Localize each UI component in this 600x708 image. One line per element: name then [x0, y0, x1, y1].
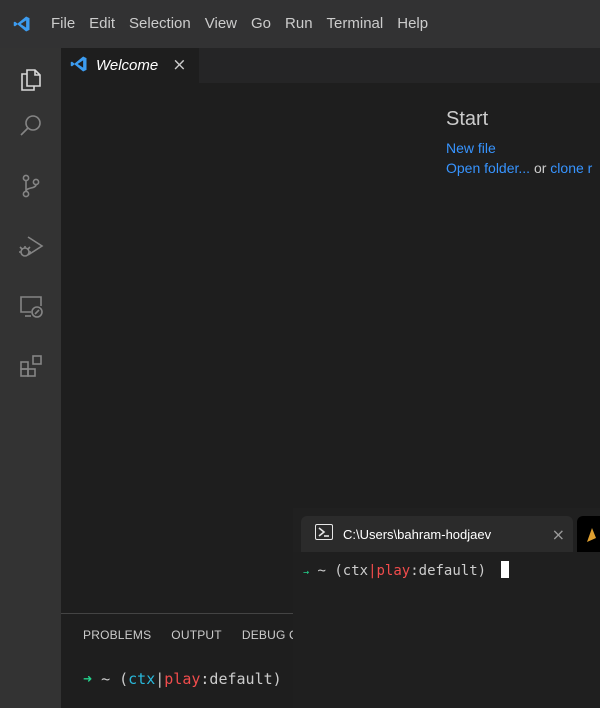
- prompt-text-a: (ctx: [334, 563, 369, 579]
- prompt-separator: |: [155, 670, 165, 688]
- prompt-open-paren: (: [119, 670, 129, 688]
- close-icon[interactable]: ×: [172, 57, 186, 74]
- prompt-tilde: ~: [317, 563, 326, 579]
- panel-tab-bar: PROBLEMS OUTPUT DEBUG CO: [83, 628, 307, 642]
- panel-tab-output[interactable]: OUTPUT: [171, 628, 222, 642]
- tab-welcome[interactable]: Welcome ×: [61, 48, 199, 83]
- terminal-prompt: → ~ (ctx|play:default): [303, 561, 509, 579]
- menu-go[interactable]: Go: [244, 0, 278, 48]
- run-debug-icon[interactable]: [0, 216, 61, 276]
- start-line-new-file: New file: [446, 140, 496, 156]
- start-heading: Start: [446, 108, 489, 130]
- open-folder-link[interactable]: Open folder...: [446, 160, 530, 176]
- ubuntu-icon: [587, 528, 596, 542]
- prompt-context: ctx: [128, 670, 156, 688]
- search-icon[interactable]: [0, 96, 61, 156]
- terminal-tab-bar: C:\Users\bahram-hodjaev ×: [293, 508, 600, 552]
- menu-selection[interactable]: Selection: [122, 0, 198, 48]
- or-text: or: [533, 160, 547, 176]
- remote-explorer-icon[interactable]: [0, 276, 61, 336]
- menu-help[interactable]: Help: [390, 0, 435, 48]
- prompt-tilde: ~: [101, 670, 111, 688]
- prompt-namespace: :default: [200, 670, 273, 688]
- windows-terminal-window: C:\Users\bahram-hodjaev × → ~ (ctx|play:…: [293, 508, 600, 708]
- clone-repository-link[interactable]: clone r: [550, 160, 592, 176]
- prompt-arrow: ➜: [83, 670, 93, 688]
- vscode-logo-icon: [70, 55, 88, 77]
- terminal-body[interactable]: → ~ (ctx|play:default): [293, 552, 600, 708]
- menu-bar: File Edit Selection View Go Run Terminal…: [44, 0, 435, 48]
- new-file-link[interactable]: New file: [446, 140, 496, 156]
- prompt-close-paren: ): [272, 670, 282, 688]
- menu-edit[interactable]: Edit: [82, 0, 122, 48]
- editor-tab-bar: Welcome ×: [61, 48, 600, 83]
- panel-terminal-prompt[interactable]: ➜ ~ (ctx|play:default): [83, 669, 304, 688]
- terminal-tab[interactable]: C:\Users\bahram-hodjaev ×: [301, 516, 573, 552]
- terminal-tab-label: C:\Users\bahram-hodjaev: [343, 526, 492, 542]
- prompt-separator: |: [368, 563, 377, 579]
- prompt-arrow: →: [303, 567, 310, 578]
- extensions-icon[interactable]: [0, 336, 61, 396]
- menu-run[interactable]: Run: [278, 0, 320, 48]
- prompt-play: play: [164, 670, 201, 688]
- title-bar: File Edit Selection View Go Run Terminal…: [0, 0, 600, 48]
- close-icon[interactable]: ×: [552, 525, 565, 544]
- menu-file[interactable]: File: [44, 0, 82, 48]
- prompt-play: play: [376, 563, 411, 579]
- tab-label: Welcome: [96, 57, 159, 74]
- terminal-second-tab[interactable]: [577, 516, 600, 552]
- menu-terminal[interactable]: Terminal: [320, 0, 391, 48]
- powershell-icon: [315, 524, 333, 544]
- start-line-open-folder: Open folder... or clone r: [446, 160, 592, 176]
- menu-view[interactable]: View: [198, 0, 244, 48]
- prompt-text-b: :default): [410, 563, 487, 579]
- terminal-cursor: [500, 561, 509, 578]
- source-control-icon[interactable]: [0, 156, 61, 216]
- vscode-logo-icon: [0, 0, 44, 48]
- panel-tab-problems[interactable]: PROBLEMS: [83, 628, 151, 642]
- activity-bar: [0, 48, 61, 708]
